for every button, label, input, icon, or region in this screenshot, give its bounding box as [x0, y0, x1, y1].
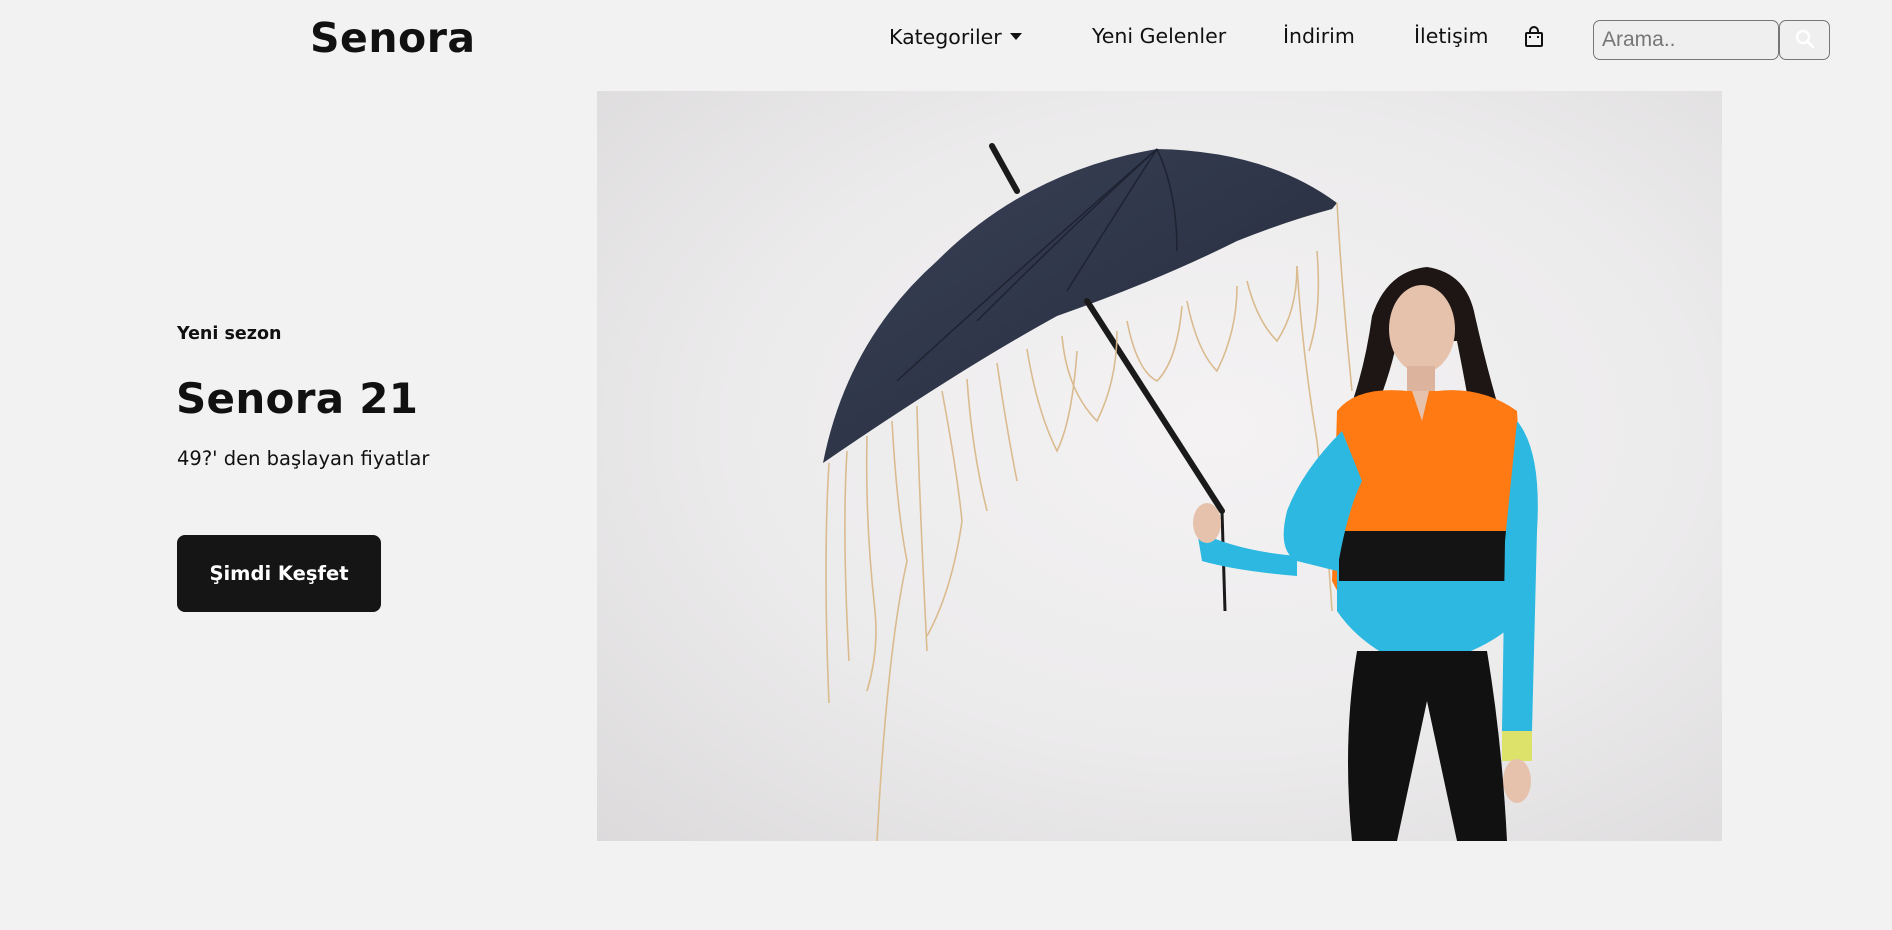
hero-title: Senora 21: [176, 374, 419, 423]
nav-contact[interactable]: İletişim: [1414, 24, 1488, 48]
search-button[interactable]: [1779, 20, 1830, 60]
shopping-bag-icon[interactable]: [1524, 26, 1548, 50]
site-header: Senora Kategoriler Yeni Gelenler İndirim…: [0, 0, 1892, 80]
nav-categories-dropdown[interactable]: Kategoriler: [889, 25, 1022, 49]
caret-down-icon: [1009, 32, 1022, 40]
umbrella-graphic: [823, 143, 1353, 841]
search-icon: [1795, 29, 1815, 52]
search-input[interactable]: [1593, 20, 1779, 60]
nav-new-arrivals[interactable]: Yeni Gelenler: [1092, 24, 1226, 48]
site-logo[interactable]: Senora: [310, 14, 476, 62]
explore-now-button[interactable]: Şimdi Keşfet: [177, 535, 381, 612]
hero-subtitle: 49?' den başlayan fiyatlar: [177, 447, 430, 470]
hero-image: [597, 91, 1722, 841]
nav-sale[interactable]: İndirim: [1283, 24, 1355, 48]
model-figure: [1193, 267, 1538, 841]
hero-eyebrow: Yeni sezon: [177, 324, 282, 344]
nav-categories-label: Kategoriler: [889, 25, 1002, 49]
